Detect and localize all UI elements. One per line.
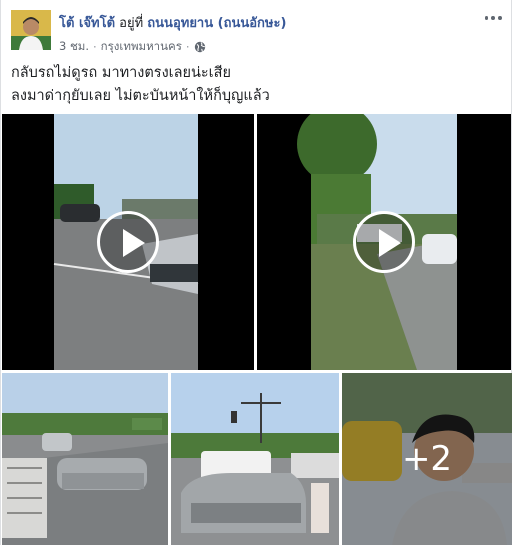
play-icon[interactable] — [97, 211, 159, 273]
globe-icon[interactable] — [194, 41, 206, 53]
photo-image-2 — [171, 373, 339, 545]
avatar[interactable] — [11, 10, 51, 50]
separator-dot: · — [185, 40, 190, 54]
avatar-image — [11, 10, 51, 50]
post-timestamp[interactable]: 3 ชม. — [59, 38, 89, 56]
photo-thumbnail-2[interactable] — [171, 373, 339, 545]
photo-image-1 — [2, 373, 168, 545]
post-card: โต้ เจ๊ทโต้ อยู่ที่ ถนนอุทยาน (ถนนอักษะ)… — [0, 0, 512, 545]
separator-dot: · — [93, 40, 97, 54]
post-meta: 3 ชม. · กรุงเทพมหานคร · — [59, 38, 206, 56]
post-header: โต้ เจ๊ทโต้ อยู่ที่ ถนนอุทยาน (ถนนอักษะ) — [59, 12, 286, 33]
checkin-location[interactable]: ถนนอุทยาน (ถนนอักษะ) — [147, 16, 286, 31]
post-text-line: ลงมาด่ากุยับเลย ไม่ตะบันหน้าให้ก็บุญแล้ว — [11, 88, 270, 104]
video-thumbnail-2[interactable] — [257, 114, 511, 370]
post-text-line: กลับรถไม่ดูรถ มาทางตรงเลยน่ะเสีย — [11, 65, 231, 81]
photo-thumbnail-3[interactable]: +2 — [342, 373, 512, 545]
checkin-action: อยู่ที่ — [119, 16, 144, 31]
more-photos-count: +2 — [401, 439, 453, 479]
video-thumbnail-1[interactable] — [2, 114, 254, 370]
author-name[interactable]: โต้ เจ๊ทโต้ — [59, 16, 115, 31]
more-options-icon[interactable] — [483, 10, 503, 26]
more-photos-overlay[interactable]: +2 — [342, 373, 512, 545]
play-icon[interactable] — [353, 211, 415, 273]
post-place[interactable]: กรุงเทพมหานคร — [101, 38, 182, 56]
post-text: กลับรถไม่ดูรถ มาทางตรงเลยน่ะเสีย ลงมาด่า… — [11, 62, 501, 108]
photo-thumbnail-1[interactable] — [2, 373, 168, 545]
